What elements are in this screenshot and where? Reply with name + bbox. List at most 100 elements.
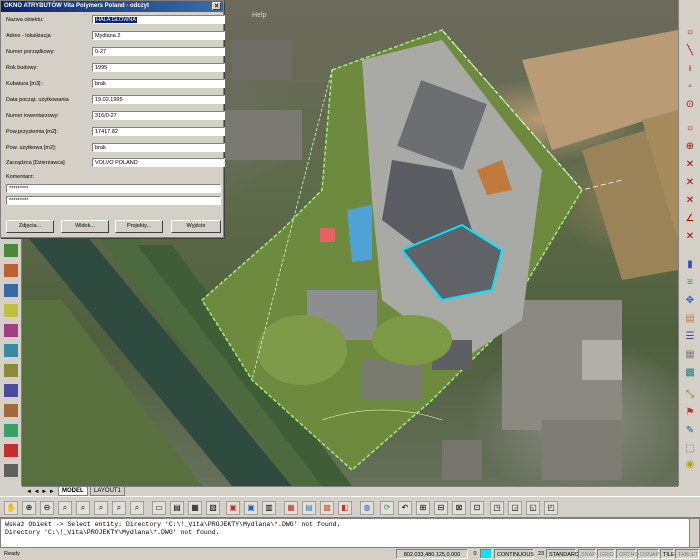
point-icon[interactable]: ı — [683, 62, 697, 76]
circle-icon[interactable]: ○ — [683, 122, 697, 136]
circle-icon[interactable] — [4, 304, 18, 317]
rectangle-icon[interactable] — [4, 324, 18, 337]
table-icon[interactable]: ▦ — [188, 501, 202, 515]
table-icon[interactable]: ▦ — [284, 501, 298, 515]
select-icon[interactable]: ⬚ — [683, 442, 697, 456]
print-icon[interactable]: ▤ — [170, 501, 184, 515]
palette-icon[interactable]: ◉ — [683, 458, 697, 472]
ring-icon[interactable]: ⊙ — [683, 98, 697, 112]
osnap-toggle[interactable]: OSNAP — [637, 549, 659, 559]
angle-icon[interactable]: ∠ — [683, 212, 697, 226]
field-value[interactable]: 0-27 — [92, 47, 225, 56]
help-label[interactable]: Help — [252, 12, 266, 19]
field-value[interactable]: Mydlana 2 — [92, 31, 225, 40]
photo-icon[interactable]: ◧ — [338, 501, 352, 515]
tab-model[interactable]: MODEL — [58, 487, 88, 496]
cross-icon[interactable]: ✕ — [683, 194, 697, 208]
move-icon[interactable]: ✥ — [683, 294, 697, 308]
field-value[interactable]: 316/0-27 — [92, 111, 225, 120]
page-icon[interactable]: ▭ — [152, 501, 166, 515]
image-icon[interactable]: ▤ — [302, 501, 316, 515]
tab-nav-arrows[interactable]: ◄ ◄ ► ► — [26, 488, 55, 496]
dimension-icon[interactable] — [4, 404, 18, 417]
tool-icon[interactable]: ⊞ — [416, 501, 430, 515]
line-icon[interactable]: ╲ — [683, 44, 697, 58]
target-icon[interactable]: ⊕ — [683, 140, 697, 154]
color-bar-icon[interactable]: ▮ — [683, 258, 697, 272]
zoom-window-icon[interactable]: ⌕ — [112, 501, 126, 515]
zoom-all-icon[interactable]: ⌕ — [76, 501, 90, 515]
projects-button[interactable]: Projekty... — [115, 220, 163, 233]
plot-icon[interactable]: ▩ — [320, 501, 334, 515]
field-value[interactable]: brak — [92, 143, 225, 152]
globe-icon[interactable]: ◍ — [360, 501, 374, 515]
zoom-window-icon[interactable]: ⌕ — [58, 501, 72, 515]
zoom-all-icon[interactable]: ⌕ — [130, 501, 144, 515]
field-value[interactable]: brak — [92, 79, 225, 88]
layers-icon[interactable] — [4, 244, 18, 257]
tool-icon[interactable]: ⊟ — [434, 501, 448, 515]
layout-tabs: ◄ ◄ ► ► MODEL LAYOUT1 — [22, 486, 678, 496]
properties-icon[interactable]: ▤ — [683, 312, 697, 326]
block-icon[interactable] — [4, 384, 18, 397]
pen-icon[interactable]: ✎ — [683, 424, 697, 438]
tablet-toggle[interactable]: TABLET — [675, 549, 699, 559]
view-button[interactable]: Widok... — [61, 220, 109, 233]
command-scrollbar[interactable] — [689, 519, 699, 547]
field-value[interactable]: 19.02.1995 — [92, 95, 225, 104]
tool-icon[interactable]: ⊠ — [452, 501, 466, 515]
ortho-toggle[interactable]: ORTHO — [616, 549, 639, 559]
tool-icon[interactable]: ◱ — [526, 501, 540, 515]
exit-icon[interactable] — [4, 464, 18, 477]
command-line[interactable]: Wskaż Obiekt -> Select entity: Directory… — [0, 518, 700, 548]
tool-icon[interactable]: ◰ — [544, 501, 558, 515]
cross-icon[interactable]: ✕ — [683, 176, 697, 190]
list-icon[interactable]: ☰ — [683, 330, 697, 344]
measure-icon[interactable] — [4, 424, 18, 437]
field-value[interactable]: 17417.82 — [92, 127, 225, 136]
snap-toggle[interactable]: SNAP — [578, 549, 596, 559]
zoom-in-icon[interactable]: ⊕ — [22, 501, 36, 515]
tile-toggle[interactable]: TILE — [660, 549, 675, 559]
field-value[interactable]: 1995 — [92, 63, 225, 72]
zoom-prev-icon[interactable]: ⌕ — [94, 501, 108, 515]
circle-icon[interactable]: ○ — [683, 26, 697, 40]
comment-field[interactable]: ********* — [6, 196, 221, 205]
print-icon[interactable] — [4, 444, 18, 457]
photo-icon[interactable]: ▣ — [226, 501, 240, 515]
layer-color-swatch[interactable] — [480, 549, 492, 559]
refresh-icon[interactable]: ⟳ — [380, 501, 394, 515]
undo-icon[interactable]: ↶ — [398, 501, 412, 515]
grid-toggle[interactable]: GRID — [597, 549, 615, 559]
tool-icon[interactable]: ⊡ — [470, 501, 484, 515]
plot-icon[interactable]: ▧ — [206, 501, 220, 515]
stack-icon[interactable]: ▦ — [683, 348, 697, 362]
grid-icon[interactable]: ▩ — [683, 366, 697, 380]
cross-icon[interactable]: ✕ — [683, 158, 697, 172]
node-icon[interactable]: ◦ — [683, 80, 697, 94]
image-icon[interactable]: ▣ — [244, 501, 258, 515]
flag-icon[interactable]: ⚑ — [683, 406, 697, 420]
tab-layout1[interactable]: LAYOUT1 — [90, 487, 125, 496]
zoom-out-icon[interactable]: ⊖ — [40, 501, 54, 515]
linetype-field[interactable]: CONTINUOUS — [494, 549, 534, 559]
scale-icon[interactable]: ⤡ — [683, 388, 697, 402]
photos-button[interactable]: Zdjęcia... — [6, 220, 54, 233]
layers-icon[interactable]: ≡ — [683, 276, 697, 290]
text-icon[interactable] — [4, 344, 18, 357]
close-icon[interactable]: × — [212, 2, 221, 10]
arc-icon[interactable] — [4, 284, 18, 297]
field-value[interactable]: HALA GŁÓWNA — [92, 15, 225, 24]
hatch-icon[interactable] — [4, 364, 18, 377]
tool-icon[interactable]: ◳ — [490, 501, 504, 515]
pan-icon[interactable]: ✋ — [4, 501, 18, 515]
exit-button[interactable]: Wyjście — [171, 220, 221, 233]
tab-icon[interactable]: ▥ — [262, 501, 276, 515]
comment-field[interactable]: ********* — [6, 184, 221, 193]
tool-icon[interactable]: ◲ — [508, 501, 522, 515]
field-value[interactable]: VOLVO POLAND — [92, 158, 225, 167]
polyline-icon[interactable] — [4, 264, 18, 277]
cross-icon[interactable]: ✕ — [683, 230, 697, 244]
text-style-field[interactable]: STANDARD — [546, 549, 579, 559]
dialog-title-bar[interactable]: OKNO ATRYBUTÓW Vita Polymers Poland - od… — [1, 1, 223, 12]
